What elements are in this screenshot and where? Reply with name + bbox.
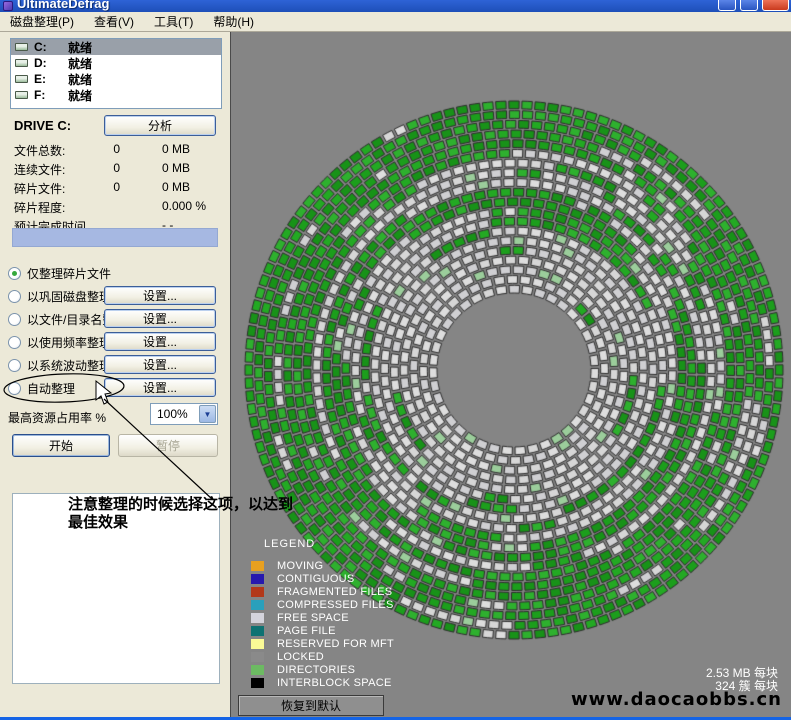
drive-status: 就绪 [68,39,92,56]
drive-row-f[interactable]: F: 就绪 [11,87,221,103]
radio-icon[interactable] [8,336,21,349]
drive-name: F: [34,88,68,102]
stat-label: 碎片程度: [14,199,102,218]
stat-count: 0 [102,180,120,199]
drive-icon [15,59,28,67]
window-title: UltimateDefrag [17,0,109,11]
legend-item-compressed: COMPRESSED FILES [251,599,394,611]
resource-usage-value: 100% [157,407,188,421]
legend-item-locked: LOCKED [251,651,324,663]
disk-map-panel: LEGEND MOVING CONTIGUOUS FRAGMENTED FILE… [230,32,791,717]
drive-name: E: [34,72,68,86]
radio-icon[interactable] [8,359,21,372]
resource-usage-label: 最高资源占用率 % [8,409,106,426]
stat-fragmented-files: 碎片文件: 0 0 MB [14,180,220,199]
progress-bar [12,228,218,247]
stat-contiguous-files: 连续文件: 0 0 MB [14,161,220,180]
radio-icon[interactable] [8,290,21,303]
legend-item-directories: DIRECTORIES [251,664,355,676]
stat-label: 碎片文件: [14,180,102,199]
legend-item-fragmented: FRAGMENTED FILES [251,586,392,598]
stat-total-files: 文件总数: 0 0 MB [14,142,220,161]
stat-count [102,199,120,218]
option-label: 以使用频率整理 [27,334,111,351]
legend-item-pagefile: PAGE FILE [251,625,336,637]
menu-disk-defrag[interactable]: 磁盘整理(P) [0,11,84,33]
drive-icon [15,75,28,83]
pause-button[interactable]: 暂停 [118,434,218,457]
radio-icon[interactable] [8,267,21,280]
drive-name: D: [34,56,68,70]
analyze-button[interactable]: 分析 [104,115,216,136]
legend-item-contiguous: CONTIGUOUS [251,573,355,585]
legend-swatch [251,600,264,610]
drive-status: 就绪 [68,87,92,104]
drive-icon [15,43,28,51]
option-label: 仅整理碎片文件 [27,265,111,282]
maximize-button[interactable] [740,0,758,11]
control-panel: C: 就绪 D: 就绪 E: 就绪 F: 就绪 DRIVE C: 分析 文件总数… [0,32,230,717]
option-label: 以系统波动整理 [27,357,111,374]
restore-default-button[interactable]: 恢复到默认 [238,695,384,716]
stat-label: 连续文件: [14,161,102,180]
stat-size: 0 MB [162,161,190,180]
app-icon [3,1,13,11]
legend-swatch [251,574,264,584]
drive-name: C: [34,40,68,54]
menu-tools[interactable]: 工具(T) [144,11,203,33]
legend-swatch [251,678,264,688]
stat-count: 0 [102,161,120,180]
legend-swatch [251,613,264,623]
legend-item-freespace: FREE SPACE [251,612,349,624]
stat-fragmentation: 碎片程度: 0.000 % [14,199,220,218]
close-button[interactable] [762,0,789,11]
legend-swatch [251,639,264,649]
radio-icon[interactable] [8,313,21,326]
option-label: 以巩固磁盘整理 [27,288,111,305]
legend-swatch [251,665,264,675]
legend-swatch [251,652,264,662]
settings-button-filename[interactable]: 设置... [104,309,216,328]
drive-row-c[interactable]: C: 就绪 [11,39,221,55]
drive-title: DRIVE C: [14,118,71,133]
option-fragmented-only[interactable]: 仅整理碎片文件 [8,264,222,282]
annotation-text: 注意整理的时候选择这项，以达到 最佳效果 [68,496,358,532]
menu-bar: 磁盘整理(P) 查看(V) 工具(T) 帮助(H) [0,12,791,32]
drive-icon [15,91,28,99]
resource-usage-select[interactable]: 100% ▼ [150,403,218,425]
drive-row-e[interactable]: E: 就绪 [11,71,221,87]
menu-view[interactable]: 查看(V) [84,11,144,33]
legend-title: LEGEND [264,538,315,550]
chevron-down-icon[interactable]: ▼ [199,405,216,423]
legend-swatch [251,561,264,571]
stat-size: 0 MB [162,142,190,161]
stat-count: 0 [102,142,120,161]
legend-item-interblock: INTERBLOCK SPACE [251,677,392,689]
menu-help[interactable]: 帮助(H) [203,11,264,33]
settings-button-consolidate[interactable]: 设置... [104,286,216,305]
stat-size: 0 MB [162,180,190,199]
stat-size: 0.000 % [162,199,206,218]
settings-button-auto[interactable]: 设置... [104,378,216,397]
legend-swatch [251,626,264,636]
legend-item-mft: RESERVED FOR MFT [251,638,394,650]
settings-button-volatility[interactable]: 设置... [104,355,216,374]
watermark-text: www.daocaobbs.cn [571,689,782,710]
legend-item-moving: MOVING [251,560,323,572]
minimize-button[interactable] [718,0,736,11]
radio-icon[interactable] [8,382,21,395]
drive-status: 就绪 [68,55,92,72]
settings-button-frequency[interactable]: 设置... [104,332,216,351]
option-label: 自动整理 [27,380,75,397]
drive-row-d[interactable]: D: 就绪 [11,55,221,71]
stat-label: 文件总数: [14,142,102,161]
legend-swatch [251,587,264,597]
drive-list: C: 就绪 D: 就绪 E: 就绪 F: 就绪 [10,38,222,109]
start-button[interactable]: 开始 [12,434,110,457]
drive-status: 就绪 [68,71,92,88]
